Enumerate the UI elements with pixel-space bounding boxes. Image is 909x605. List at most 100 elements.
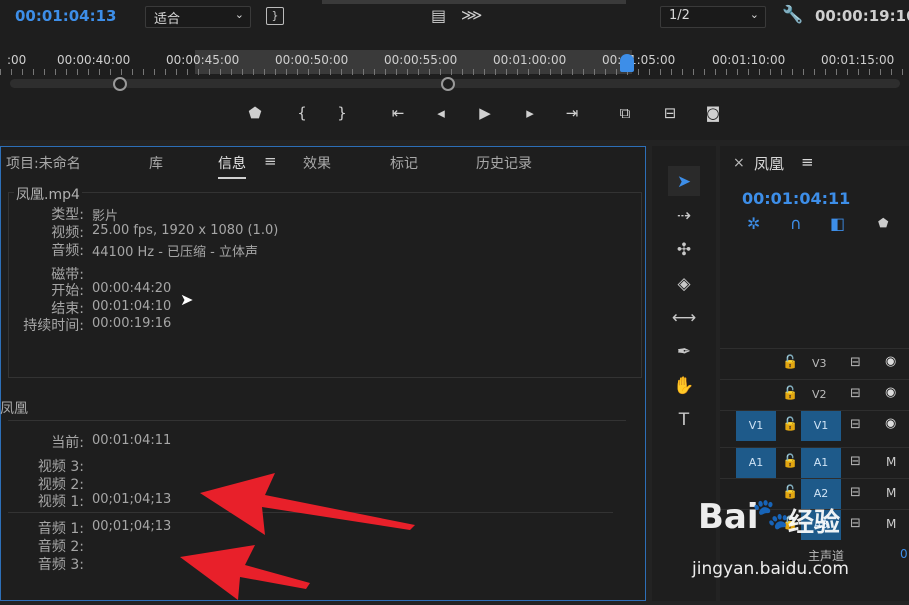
ruler-label: :00 bbox=[7, 53, 27, 67]
video-track-value: 00;01;04;13 bbox=[92, 492, 172, 507]
annotation-arrows bbox=[180, 473, 415, 600]
add-marker-icon[interactable]: ⬟ bbox=[878, 216, 888, 230]
film-strip-icon[interactable]: ▤ bbox=[431, 6, 446, 25]
go-to-in-icon[interactable]: ⇤ bbox=[388, 104, 408, 122]
track-row[interactable]: A1 🔓 A1 ⊟ M bbox=[720, 447, 909, 478]
sync-icon[interactable]: ⊟ bbox=[850, 485, 861, 500]
divider bbox=[8, 420, 626, 421]
camera-icon[interactable]: ◙ bbox=[703, 104, 723, 122]
tab-history[interactable]: 历史记录 bbox=[476, 153, 532, 173]
step-back-icon[interactable]: ◂ bbox=[431, 104, 451, 122]
track-row[interactable]: V1 🔓 V1 ⊟ ◉ bbox=[720, 410, 909, 441]
mark-out-icon[interactable]: } bbox=[332, 104, 352, 122]
info-label: 类型: bbox=[51, 207, 84, 223]
track-select-tool-icon[interactable]: ⇢ bbox=[668, 202, 700, 230]
video-track-label: 视频 3: bbox=[37, 459, 84, 475]
playhead[interactable] bbox=[620, 54, 634, 72]
mute-button[interactable]: M bbox=[886, 455, 896, 469]
start-value: 00:00:44:20 bbox=[92, 281, 172, 296]
timeline-name: 凤凰 bbox=[754, 155, 785, 173]
ruler-ticks bbox=[0, 69, 909, 75]
tab-effects[interactable]: 效果 bbox=[303, 153, 331, 173]
monitor-frame-edge bbox=[322, 0, 626, 4]
mute-button[interactable]: M bbox=[886, 486, 896, 500]
track-row[interactable]: 🔓 V3 ⊟ ◉ bbox=[720, 348, 909, 379]
tab-markers[interactable]: 标记 bbox=[390, 153, 418, 173]
scrollbar-handle-right[interactable] bbox=[441, 77, 455, 91]
fit-dropdown[interactable]: 适合 ⌄ bbox=[145, 6, 251, 28]
lock-icon[interactable]: 🔓 bbox=[782, 454, 798, 469]
panel-menu-icon[interactable]: ≡ bbox=[264, 152, 277, 170]
watermark-brand: Bai bbox=[698, 497, 759, 537]
ruler-label: 00:01:15:00 bbox=[821, 53, 895, 67]
resolution-dropdown[interactable]: 1/2 ⌄ bbox=[660, 6, 766, 28]
mark-in-icon[interactable]: { bbox=[292, 104, 312, 122]
audio-track-label: 音频 2: bbox=[37, 539, 84, 555]
sync-icon[interactable]: ⊟ bbox=[850, 355, 861, 370]
lock-icon[interactable]: 🔓 bbox=[782, 355, 798, 370]
sync-icon[interactable]: ⊟ bbox=[850, 454, 861, 469]
nest-icon[interactable]: ✲ bbox=[747, 214, 760, 233]
ruler-label: 00:00:45:00 bbox=[166, 53, 240, 67]
ripple-edit-tool-icon[interactable]: ✣ bbox=[668, 236, 700, 264]
lock-icon[interactable]: 🔓 bbox=[782, 417, 798, 432]
wrench-icon[interactable]: 🔧 bbox=[782, 5, 803, 25]
timeline-timecode[interactable]: 00:01:04:11 bbox=[742, 189, 850, 208]
chevron-down-icon: ⌄ bbox=[749, 8, 759, 21]
zoom-scrollbar[interactable] bbox=[10, 79, 900, 88]
type-tool-icon[interactable]: T bbox=[668, 406, 700, 434]
marker-icon[interactable]: ⬟ bbox=[245, 104, 265, 122]
eye-icon[interactable]: ◉ bbox=[885, 416, 896, 431]
linked-selection-icon[interactable]: ◧ bbox=[830, 214, 845, 233]
settings-wrench-icon[interactable]: } bbox=[266, 7, 284, 25]
tab-project[interactable]: 项目:未命名 bbox=[6, 153, 81, 173]
lock-icon[interactable]: 🔓 bbox=[782, 386, 798, 401]
master-value[interactable]: 0 bbox=[900, 547, 908, 561]
watermark-url: jingyan.baidu.com bbox=[692, 559, 849, 579]
duration-timecode: 00:00:19:16 bbox=[815, 7, 909, 25]
ruler-label: 00:01:05:00 bbox=[602, 53, 676, 67]
paw-logo-icon: 🐾 bbox=[752, 497, 790, 532]
play-icon[interactable]: ▶ bbox=[475, 104, 495, 122]
sync-icon[interactable]: ⊟ bbox=[850, 417, 861, 432]
ruler-label: 00:01:10:00 bbox=[712, 53, 786, 67]
overwrite-icon[interactable]: ⊟ bbox=[660, 104, 680, 122]
audio-track-label: 音频 3: bbox=[37, 557, 84, 573]
hand-tool-icon[interactable]: ✋ bbox=[668, 372, 700, 400]
sync-icon[interactable]: ⊟ bbox=[850, 516, 861, 531]
source-patch[interactable]: A1 bbox=[736, 448, 776, 478]
slip-tool-icon[interactable]: ⟷ bbox=[668, 304, 700, 332]
go-to-out-icon[interactable]: ⇥ bbox=[562, 104, 582, 122]
track-name[interactable]: A1 bbox=[801, 448, 841, 478]
snap-icon[interactable]: ∩ bbox=[790, 214, 802, 233]
eye-icon[interactable]: ◉ bbox=[885, 354, 896, 369]
video-track-label: 视频 1: bbox=[37, 494, 84, 510]
resolution-dropdown-value: 1/2 bbox=[669, 8, 690, 23]
insert-icon[interactable]: ⧉ bbox=[615, 104, 635, 122]
tab-library[interactable]: 库 bbox=[149, 153, 163, 173]
ruler-label: 00:00:55:00 bbox=[384, 53, 458, 67]
close-icon[interactable]: × bbox=[733, 155, 745, 171]
step-forward-icon[interactable]: ▸ bbox=[520, 104, 540, 122]
eye-icon[interactable]: ◉ bbox=[885, 385, 896, 400]
waveform-icon[interactable]: ⋙ bbox=[461, 6, 482, 24]
fit-dropdown-value: 适合 bbox=[154, 12, 181, 27]
track-name[interactable]: V1 bbox=[801, 411, 841, 441]
watermark-suffix: 经验 bbox=[788, 508, 841, 538]
sequence-name: 凤凰 bbox=[0, 401, 28, 417]
mute-button[interactable]: M bbox=[886, 517, 896, 531]
sync-icon[interactable]: ⊟ bbox=[850, 386, 861, 401]
tab-info[interactable]: 信息 bbox=[218, 153, 246, 179]
audio-track-label: 音频 1: bbox=[37, 521, 84, 537]
timeline-menu-icon[interactable]: ≡ bbox=[801, 153, 814, 171]
source-patch[interactable]: V1 bbox=[736, 411, 776, 441]
selection-tool-icon[interactable]: ➤ bbox=[668, 168, 700, 196]
duration-label: 持续时间: bbox=[23, 318, 84, 334]
playhead-timecode[interactable]: 00:01:04:13 bbox=[15, 7, 117, 25]
scrollbar-handle-left[interactable] bbox=[113, 77, 127, 91]
track-row[interactable]: 🔓 V2 ⊟ ◉ bbox=[720, 379, 909, 410]
clip-name: 凤凰.mp4 bbox=[14, 184, 82, 204]
pen-tool-icon[interactable]: ✒ bbox=[668, 338, 700, 366]
razor-tool-icon[interactable]: ◈ bbox=[668, 270, 700, 298]
audio-track-value: 00;01;04;13 bbox=[92, 519, 172, 534]
